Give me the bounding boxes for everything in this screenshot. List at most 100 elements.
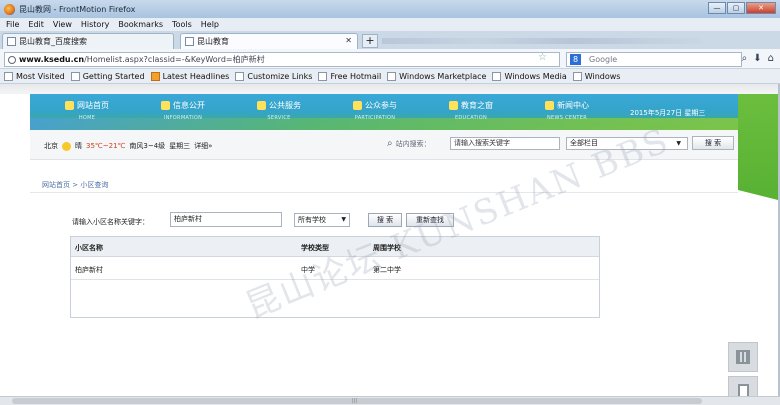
site-search-button[interactable]: 搜 索: [692, 136, 734, 150]
info-icon: [161, 101, 170, 110]
column-select[interactable]: 全部栏目 ▼: [566, 137, 688, 150]
community-name-input[interactable]: 柏庐新村: [170, 212, 282, 227]
results-table: 小区名称 学校类型 周围学校 柏庐新村 中学 第二中学: [70, 236, 600, 318]
close-window-button[interactable]: ✕: [746, 2, 776, 14]
news-icon: [545, 101, 554, 110]
bookmark-getting-started[interactable]: Getting Started: [70, 71, 145, 81]
weather-weekday: 星期三: [169, 142, 191, 150]
address-bar[interactable]: www.ksedu.cn/Homelist.aspx?classid=-&Key…: [4, 52, 560, 67]
side-ribbon: [738, 94, 778, 200]
bookmark-windows-media[interactable]: Windows Media: [492, 71, 567, 81]
weather-detail-link[interactable]: 详细»: [194, 141, 212, 151]
community-query-label: 请输入小区名称关键字：: [72, 218, 149, 226]
page-favicon-icon: [7, 37, 16, 46]
cell-community: 柏庐新村: [75, 266, 103, 274]
participation-icon: [353, 101, 362, 110]
maximize-button[interactable]: ▢: [727, 2, 745, 14]
site-search-input[interactable]: 请输入搜索关键字: [450, 137, 560, 150]
new-tab-button[interactable]: +: [362, 34, 378, 48]
url-path: /Homelist.aspx?classid=-&KeyWord=柏庐新村: [84, 55, 265, 64]
weather-condition: 晴: [75, 142, 82, 150]
browser-search-box[interactable]: 8 Google: [566, 52, 742, 67]
navigation-toolbar: www.ksedu.cn/Homelist.aspx?classid=-&Key…: [0, 49, 780, 69]
page-icon: [235, 71, 245, 81]
menu-edit[interactable]: Edit: [28, 20, 44, 29]
tab-ksedu[interactable]: 昆山教育 ✕: [180, 33, 358, 49]
page-top-band: [0, 84, 778, 94]
school-select[interactable]: 所有学校 ▼: [294, 213, 350, 227]
bookmark-most-visited[interactable]: Most Visited: [4, 71, 65, 81]
nav-education[interactable]: 教育之窗 EDUCATION: [432, 100, 510, 121]
column-header: 周围学校: [373, 244, 401, 252]
magnifier-icon: ⌕: [387, 138, 393, 149]
tab-label: 昆山教育_百度搜索: [19, 37, 87, 46]
tab-bar: 昆山教育_百度搜索 昆山教育 ✕ +: [0, 31, 780, 49]
breadcrumb-divider: [30, 192, 738, 193]
bookmark-latest-headlines[interactable]: Latest Headlines: [150, 71, 229, 81]
rss-feed-icon: [150, 71, 160, 81]
page-icon: [318, 71, 328, 81]
qr-code-button[interactable]: [728, 342, 758, 372]
bookmark-folder-icon: [4, 71, 13, 81]
toolbar-icons: ⌕ ⬇ ⌂: [742, 53, 774, 64]
menu-view[interactable]: View: [53, 20, 72, 29]
menu-file[interactable]: File: [6, 20, 19, 29]
query-search-button[interactable]: 搜 索: [368, 213, 402, 227]
table-row: 柏庐新村 中学 第二中学: [71, 258, 599, 280]
nav-participation[interactable]: 公众参与 PARTICIPATION: [336, 100, 414, 121]
tab-baidu-search[interactable]: 昆山教育_百度搜索: [2, 33, 174, 49]
home-icon[interactable]: ⌂: [768, 53, 774, 64]
menu-bar: File Edit View History Bookmarks Tools H…: [0, 18, 780, 31]
nav-news-center[interactable]: 新闻中心 NEWS CENTER: [528, 100, 606, 121]
bookmark-free-hotmail[interactable]: Free Hotmail: [318, 71, 381, 81]
nav-home[interactable]: 网站首页 HOME: [48, 100, 126, 121]
dropdown-arrow-icon: ▼: [676, 140, 681, 147]
weather-city: 北京: [44, 142, 58, 150]
qr-code-icon: [736, 350, 750, 364]
home-icon: [65, 101, 74, 110]
horizontal-scrollbar[interactable]: |||: [0, 396, 780, 405]
page-icon: [70, 71, 80, 81]
page-icon: [572, 71, 582, 81]
menu-history[interactable]: History: [81, 20, 109, 29]
bookmark-windows[interactable]: Windows: [572, 71, 620, 81]
bookmarks-toolbar: Most Visited Getting Started Latest Head…: [0, 69, 780, 84]
column-header: 学校类型: [301, 244, 329, 252]
window-title: 昆山教网 - FrontMotion Firefox: [19, 4, 136, 14]
url-host: www.ksedu.cn: [19, 55, 85, 64]
breadcrumb[interactable]: 网站首页 > 小区查询: [42, 180, 108, 190]
table-header: 小区名称 学校类型 周围学校: [71, 237, 599, 257]
header-date: 2015年5月27日 星期三: [630, 109, 706, 117]
search-engine-icon[interactable]: 8: [570, 54, 581, 65]
weather-search-bar: 北京 晴 35℃~21℃ 南风3~4级 星期三 详细» ⌕ 站内搜索： 请输入搜…: [30, 130, 738, 160]
close-tab-icon[interactable]: ✕: [345, 36, 352, 45]
service-icon: [257, 101, 266, 110]
menu-bookmarks[interactable]: Bookmarks: [118, 20, 163, 29]
dropdown-arrow-icon: ▼: [341, 216, 346, 223]
bookmark-customize-links[interactable]: Customize Links: [235, 71, 312, 81]
menu-help[interactable]: Help: [201, 20, 219, 29]
search-icon[interactable]: ⌕: [742, 53, 748, 64]
bookmark-star-icon[interactable]: ☆: [538, 52, 547, 63]
site-search-label: 站内搜索：: [395, 139, 431, 148]
page-icon: [492, 71, 502, 81]
nav-service[interactable]: 公共服务 SERVICE: [240, 100, 318, 121]
page-favicon-icon: [185, 37, 194, 46]
menu-tools[interactable]: Tools: [172, 20, 192, 29]
download-icon[interactable]: ⬇: [753, 53, 761, 64]
scrollbar-grip-icon: |||: [352, 398, 358, 404]
education-icon: [449, 101, 458, 110]
document-icon: [737, 384, 749, 396]
minimize-button[interactable]: —: [708, 2, 726, 14]
search-placeholder: Google: [589, 55, 618, 64]
page-icon: [387, 71, 397, 81]
reset-search-button[interactable]: 重新查找: [406, 213, 454, 227]
firefox-icon: [4, 3, 15, 15]
cell-nearby-school: 第二中学: [373, 266, 401, 274]
nav-information[interactable]: 信息公开 INFORMATION: [144, 100, 222, 121]
bookmark-windows-marketplace[interactable]: Windows Marketplace: [387, 71, 486, 81]
obscured-tabs: [382, 38, 702, 44]
window-titlebar: 昆山教网 - FrontMotion Firefox — ▢ ✕: [0, 0, 780, 18]
column-header: 小区名称: [75, 244, 103, 252]
page-button[interactable]: [728, 376, 758, 396]
